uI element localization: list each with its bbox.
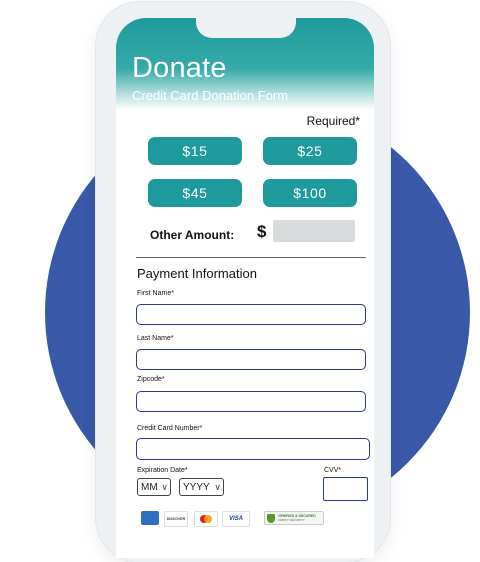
secure-badge-line2: VERIFY SECURITY xyxy=(278,518,305,522)
discover-label: DISCOVER xyxy=(166,517,186,521)
section-divider xyxy=(136,257,366,258)
other-amount-input[interactable] xyxy=(273,220,355,242)
payment-section-title: Payment Information xyxy=(137,266,257,281)
form-header: Donate Credit Card Donation Form xyxy=(116,18,374,110)
first-name-field[interactable] xyxy=(136,304,366,325)
amex-logo xyxy=(141,511,159,525)
card-number-field[interactable] xyxy=(136,438,370,460)
visa-label: VISA xyxy=(228,516,243,522)
currency-symbol: $ xyxy=(257,222,267,241)
discover-logo: DISCOVER xyxy=(164,511,188,527)
page-subtitle: Credit Card Donation Form xyxy=(132,88,289,103)
expiration-label: Expiration Date* xyxy=(137,467,188,474)
secure-badge: VERIFIED & SECURED VERIFY SECURITY xyxy=(264,511,324,525)
phone-screen: Donate Credit Card Donation Form Require… xyxy=(116,18,374,558)
shield-icon xyxy=(267,513,275,523)
mastercard-icon xyxy=(200,515,212,523)
amount-button-25[interactable]: $25 xyxy=(263,137,357,165)
required-note: Required* xyxy=(306,114,360,128)
card-number-label: Credit Card Number* xyxy=(137,425,203,432)
visa-logo: VISA xyxy=(222,511,250,527)
amount-button-15[interactable]: $15 xyxy=(148,137,242,165)
mastercard-logo xyxy=(194,511,218,527)
cvv-label: CVV* xyxy=(324,467,342,474)
year-select-value: YYYY xyxy=(183,481,210,493)
last-name-label: Last Name* xyxy=(137,335,174,342)
chevron-down-icon: ∨ xyxy=(214,481,221,492)
page-title: Donate xyxy=(132,52,227,84)
month-select-value: MM xyxy=(141,481,158,493)
other-amount-label: Other Amount: xyxy=(150,228,235,242)
first-name-label: First Name* xyxy=(137,290,174,297)
amount-button-100[interactable]: $100 xyxy=(263,179,357,207)
chevron-down-icon: ∨ xyxy=(161,481,168,492)
cvv-field[interactable] xyxy=(323,477,368,501)
amount-button-45[interactable]: $45 xyxy=(148,179,242,207)
month-select[interactable]: MM ∨ xyxy=(137,478,171,496)
year-select[interactable]: YYYY ∨ xyxy=(179,478,224,496)
last-name-field[interactable] xyxy=(136,349,366,370)
zipcode-field[interactable] xyxy=(136,391,366,412)
zipcode-label: Zipcode* xyxy=(137,376,165,383)
phone-notch xyxy=(196,18,296,38)
